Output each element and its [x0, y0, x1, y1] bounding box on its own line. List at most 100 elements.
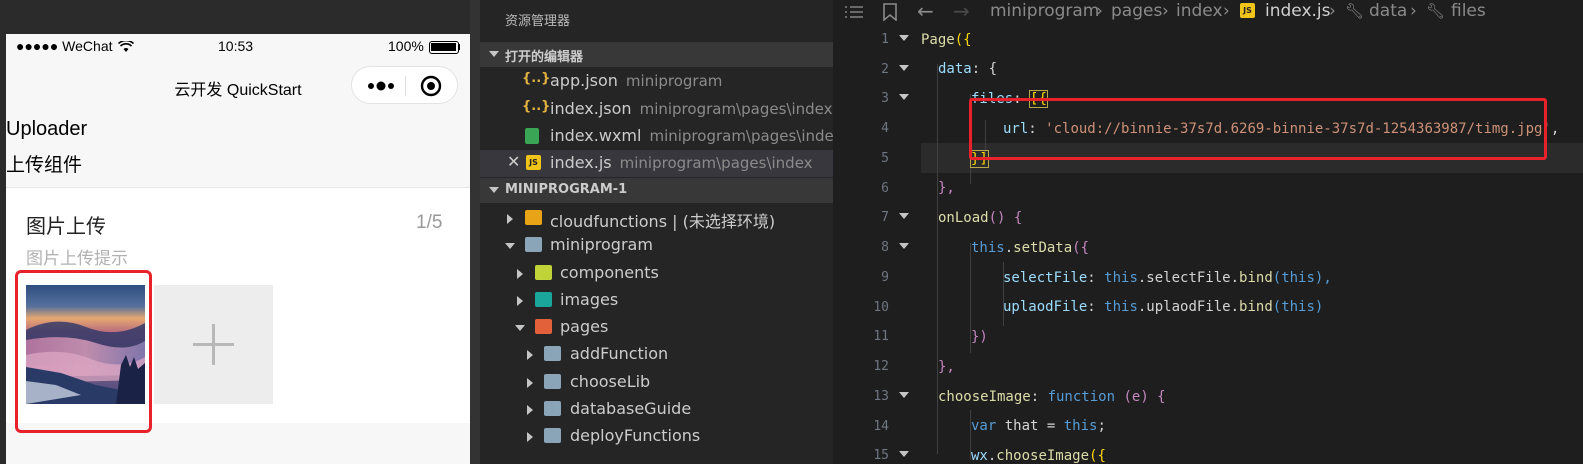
- token: (: [1272, 270, 1282, 286]
- token: data: [938, 61, 972, 77]
- code-line: }): [971, 329, 988, 345]
- devtools-window: ●●●●● WeChat 10:53 100% 云开发 QuickStart U…: [0, 0, 1583, 464]
- token: (: [1115, 389, 1132, 405]
- file-path: miniprogram\pages\index: [649, 127, 833, 145]
- tree-item-label: deployFunctions: [570, 426, 701, 445]
- token: ) {: [1140, 389, 1166, 405]
- breadcrumb-item[interactable]: index: [1176, 1, 1223, 21]
- file-path: miniprogram: [625, 72, 723, 90]
- line-number: 5: [881, 151, 889, 166]
- breadcrumb-separator: ›: [1162, 1, 1169, 21]
- tree-item[interactable]: pages: [480, 314, 833, 341]
- token: setData: [1013, 240, 1073, 256]
- open-editor-item[interactable]: {..} app.json miniprogram: [480, 68, 833, 95]
- token: :: [1087, 270, 1105, 286]
- token: },: [938, 180, 955, 196]
- token: : {: [971, 61, 998, 77]
- json-file-icon: {..}: [522, 71, 551, 86]
- close-icon[interactable]: ✕: [507, 152, 520, 171]
- panel-divider[interactable]: [470, 0, 480, 464]
- breadcrumb-item[interactable]: miniprogram: [990, 1, 1099, 21]
- fold-chevron-icon[interactable]: [899, 65, 909, 71]
- back-arrow-icon[interactable]: ←: [917, 0, 934, 23]
- breadcrumb-separator: ›: [1223, 1, 1230, 21]
- chevron-down-icon: [489, 51, 499, 57]
- token: .uplaodFile.: [1137, 299, 1240, 315]
- token: this: [1104, 299, 1138, 315]
- chevron-right-icon: [527, 405, 533, 415]
- list-icon[interactable]: [845, 5, 863, 19]
- navigation-bar: 云开发 QuickStart: [6, 60, 470, 114]
- token: ({: [1089, 448, 1106, 464]
- json-file-icon: {..}: [522, 99, 551, 114]
- line-number: 3: [881, 91, 889, 106]
- bookmark-icon[interactable]: [883, 3, 897, 21]
- tree-item-label: addFunction: [570, 344, 669, 363]
- status-bar: ●●●●● WeChat 10:53 100%: [6, 34, 470, 60]
- tree-item[interactable]: addFunction: [480, 341, 833, 368]
- add-image-button[interactable]: [154, 285, 273, 404]
- tree-item[interactable]: miniprogram: [480, 232, 833, 259]
- line-number: 11: [873, 329, 889, 344]
- file-path: miniprogram\pages\index: [639, 100, 833, 118]
- tree-item[interactable]: deployFunctions: [480, 423, 833, 450]
- token: var: [971, 418, 997, 434]
- explorer-title: 资源管理器: [505, 14, 571, 29]
- line-number: 12: [873, 359, 889, 374]
- token: () {: [988, 210, 1023, 226]
- code-line: uplaodFile: this.uplaodFile.bind(this): [1003, 299, 1323, 315]
- tree-item[interactable]: databaseGuide: [480, 396, 833, 423]
- breadcrumb-item[interactable]: files: [1451, 1, 1486, 21]
- fold-chevron-icon[interactable]: [899, 392, 909, 398]
- chevron-right-icon: [517, 296, 523, 306]
- file-name: index.wxml: [550, 126, 642, 145]
- token: chooseImage: [996, 448, 1090, 464]
- token: ;: [1097, 418, 1106, 434]
- open-editor-item[interactable]: index.wxml miniprogram\pages\index: [480, 123, 833, 150]
- line-number: 6: [881, 181, 889, 196]
- token: uplaodFile: [1003, 299, 1088, 315]
- open-editor-item-active[interactable]: ✕ JS index.js miniprogram\pages\index: [480, 150, 833, 177]
- tree-item[interactable]: chooseLib: [480, 369, 833, 396]
- fold-chevron-icon[interactable]: [899, 35, 909, 41]
- breadcrumb-item[interactable]: index.js: [1265, 1, 1331, 21]
- line-number: 1: [881, 32, 889, 47]
- fold-chevron-icon[interactable]: [899, 213, 909, 219]
- breadcrumb-item[interactable]: data: [1369, 1, 1407, 21]
- token: .selectFile.: [1137, 270, 1240, 286]
- fold-chevron-icon[interactable]: [899, 451, 909, 457]
- chevron-down-icon: [505, 243, 515, 249]
- tree-item-label: images: [560, 290, 619, 309]
- battery-icon: [429, 41, 460, 54]
- open-editors-header[interactable]: 打开的编辑器: [480, 42, 833, 67]
- folder-icon: [544, 346, 561, 361]
- tree-item[interactable]: components: [480, 260, 833, 287]
- file-name: app.json: [550, 71, 618, 90]
- token: }): [971, 329, 988, 345]
- fold-chevron-icon[interactable]: [899, 94, 909, 100]
- token: this: [1104, 270, 1138, 286]
- breadcrumb-item[interactable]: pages: [1111, 1, 1162, 21]
- tree-item-label: databaseGuide: [570, 399, 692, 418]
- token: this: [1281, 270, 1315, 286]
- line-number: 4: [881, 121, 889, 136]
- code-line: wx.chooseImage({: [971, 448, 1106, 464]
- code-editor[interactable]: ← → miniprogram › pages › index › JS ind…: [833, 0, 1583, 464]
- token: chooseImage: [938, 389, 1031, 405]
- js-file-icon: JS: [1240, 3, 1255, 18]
- capsule-menu: [351, 66, 458, 104]
- open-editor-item[interactable]: {..} index.json miniprogram\pages\index: [480, 96, 833, 123]
- tree-item[interactable]: cloudfunctions | (未选择环境): [480, 205, 833, 232]
- tree-item[interactable]: images: [480, 287, 833, 314]
- project-header[interactable]: MINIPROGRAM-1: [480, 178, 833, 203]
- project-label: MINIPROGRAM-1: [505, 182, 628, 197]
- token: bind: [1239, 270, 1273, 286]
- uploader-title: 图片上传: [26, 214, 106, 238]
- fold-chevron-icon[interactable]: [899, 243, 909, 249]
- annotation-box-right: [969, 98, 1547, 160]
- file-name: index.js: [550, 153, 612, 172]
- more-icon[interactable]: [366, 77, 396, 95]
- token: function: [1047, 389, 1116, 405]
- close-miniprogram-icon[interactable]: [420, 75, 442, 97]
- line-number: 9: [881, 270, 889, 285]
